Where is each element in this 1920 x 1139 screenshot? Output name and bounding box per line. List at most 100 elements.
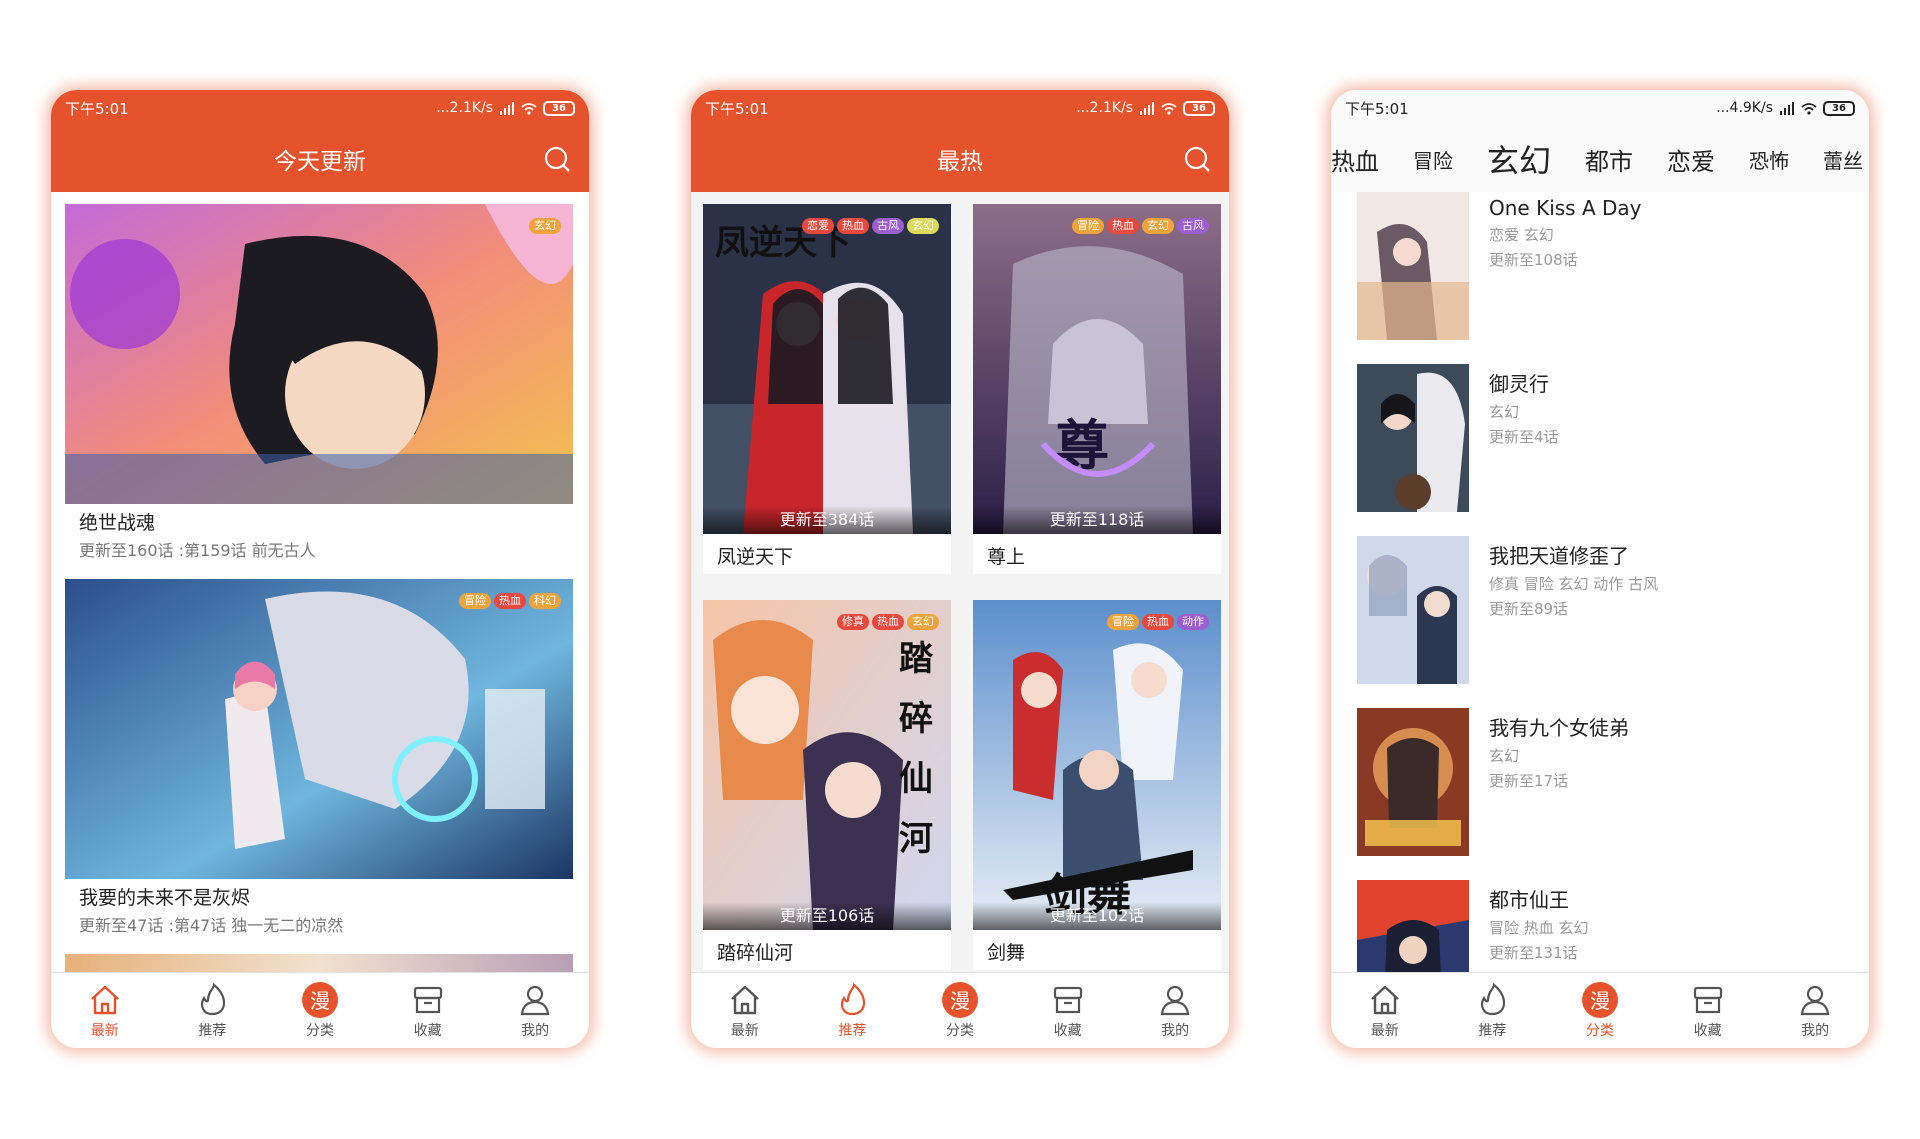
nav-item-favorites[interactable]: 收藏 — [1668, 982, 1748, 1040]
comic-title: One Kiss A Day — [1489, 196, 1642, 220]
tag: 修真 — [837, 614, 869, 630]
list-item[interactable]: 我把天道修歪了 修真 冒险 玄幻 动作 古风 更新至89话 — [1357, 536, 1869, 686]
tag: 恋爱 — [802, 218, 834, 234]
nav-item-latest[interactable]: 最新 — [65, 982, 145, 1040]
comic-cover[interactable]: 尊 冒险 热血 玄幻 古风 更新至118话 — [973, 204, 1221, 534]
category-icon: 漫 — [941, 981, 978, 1018]
comic-tags: 玄幻 — [1489, 747, 1520, 765]
nav-item-recommend[interactable]: 推荐 — [172, 982, 252, 1040]
comic-cover[interactable] — [1357, 536, 1469, 684]
nav-item-favorites[interactable]: 收藏 — [388, 982, 468, 1040]
flame-icon — [1481, 982, 1506, 1015]
nav-item-favorites[interactable]: 收藏 — [1028, 982, 1108, 1040]
list-item[interactable]: One Kiss A Day 恋爱 玄幻 更新至108话 — [1357, 192, 1869, 342]
tag: 玄幻 — [907, 614, 939, 630]
nav-label: 收藏 — [1053, 1022, 1082, 1039]
comic-cover[interactable]: 玄幻 — [65, 204, 573, 504]
episode-count: 更新至4话 — [1489, 428, 1559, 446]
episode-count: 更新至131话 — [1489, 944, 1578, 962]
archive-box-icon — [413, 986, 442, 1013]
nav-item-recommend[interactable]: 推荐 — [812, 982, 892, 1040]
comic-card[interactable]: 剑舞 冒险 热血 动作 更新至102话 剑舞 — [973, 600, 1221, 970]
comic-card[interactable]: 踏 碎 仙 河 修真 热血 玄幻 更新至106话 踏碎仙河 — [703, 600, 951, 970]
tag: 热血 — [1142, 614, 1174, 630]
comic-title: 我要的未来不是灰烬 — [79, 887, 251, 909]
phone-category-screen: 下午5:01 ...4.9K/s 36 热血 冒险 玄幻 都市 恋爱 恐怖 蕾丝… — [1331, 90, 1869, 1048]
cover-art — [65, 204, 573, 504]
nav-item-category[interactable]: 漫 分类 — [920, 981, 1000, 1040]
status-time: 下午5:01 — [1345, 99, 1409, 118]
tab-kongbu[interactable]: 恐怖 — [1749, 145, 1789, 174]
header: 今天更新 — [51, 126, 589, 192]
search-icon[interactable] — [1183, 145, 1211, 173]
search-icon[interactable] — [543, 145, 571, 173]
net-speed: ...4.9K/s — [1716, 100, 1773, 116]
tag: 玄幻 — [1142, 218, 1174, 234]
nav-item-latest[interactable]: 最新 — [1345, 982, 1425, 1040]
list-item[interactable]: 都市仙王 冒险 热血 玄幻 更新至131话 — [1357, 880, 1869, 972]
category-list: One Kiss A Day 恋爱 玄幻 更新至108话 御灵行 玄幻 更新至4… — [1331, 192, 1869, 972]
comic-cover[interactable] — [1357, 880, 1469, 972]
nav-item-recommend[interactable]: 推荐 — [1452, 982, 1532, 1040]
tag: 动作 — [1177, 614, 1209, 630]
flame-icon — [201, 982, 226, 1015]
nav-item-category[interactable]: 漫 分类 — [1560, 981, 1640, 1040]
episode-count: 更新至102话 — [973, 902, 1221, 930]
tab-dushi[interactable]: 都市 — [1585, 142, 1633, 177]
nav-label: 我的 — [521, 1022, 550, 1039]
comic-card[interactable]: 尊 冒险 热血 玄幻 古风 更新至118话 尊上 — [973, 204, 1221, 574]
tag: 玄幻 — [529, 218, 561, 234]
list-item[interactable]: 我有九个女徒弟 玄幻 更新至17话 — [1357, 708, 1869, 858]
comic-card[interactable]: 玄幻 绝世战魂 更新至160话 :第159话 前无古人 — [65, 204, 573, 561]
comic-card[interactable]: 凤逆天下 恋爱 热血 古风 玄幻 更新至384话 凤逆天下 — [703, 204, 951, 574]
episode-count: 更新至108话 — [1489, 251, 1578, 269]
comic-tags: 恋爱 玄幻 — [1489, 226, 1554, 244]
cover-art: 凤逆天下 — [703, 204, 951, 534]
comic-cover[interactable]: 凤逆天下 恋爱 热血 古风 玄幻 更新至384话 — [703, 204, 951, 534]
comic-cover[interactable]: 冒险 热血 科幻 — [65, 579, 573, 879]
nav-item-profile[interactable]: 我的 — [1135, 982, 1215, 1040]
tag-list: 冒险 热血 动作 — [1107, 614, 1209, 630]
nav-item-category[interactable]: 漫 分类 — [280, 981, 360, 1040]
latest-list: 玄幻 绝世战魂 更新至160话 :第159话 前无古人 冒险 热血 科幻 我要的… — [51, 192, 589, 972]
nav-item-profile[interactable]: 我的 — [495, 982, 575, 1040]
nav-item-profile[interactable]: 我的 — [1775, 982, 1855, 1040]
header: 最热 — [691, 126, 1229, 192]
tag: 古风 — [1177, 218, 1209, 234]
tag: 热血 — [837, 218, 869, 234]
net-speed: ...2.1K/s — [1076, 100, 1133, 116]
status-bar: 下午5:01 ...2.1K/s 36 — [691, 90, 1229, 126]
status-time: 下午5:01 — [65, 99, 129, 118]
comic-cover[interactable] — [1357, 708, 1469, 856]
tag: 热血 — [494, 593, 526, 609]
episode-count: 更新至384话 — [703, 506, 951, 534]
tab-lianai[interactable]: 恋爱 — [1667, 142, 1715, 177]
top-bar: 下午5:01 ...2.1K/s 36 最热 — [691, 90, 1229, 192]
category-icon: 漫 — [301, 981, 338, 1018]
signal-icon — [500, 101, 514, 115]
signal-icon — [1140, 101, 1154, 115]
comic-title: 我把天道修歪了 — [1489, 544, 1629, 568]
comic-cover[interactable] — [1357, 192, 1469, 340]
cover-art — [65, 579, 573, 879]
archive-box-icon — [1693, 986, 1722, 1013]
tab-rexue[interactable]: 热血 — [1331, 142, 1379, 177]
nav-label: 最新 — [730, 1022, 759, 1039]
list-item[interactable]: 御灵行 玄幻 更新至4话 — [1357, 364, 1869, 514]
tag: 玄幻 — [907, 218, 939, 234]
tag-list: 冒险 热血 科幻 — [459, 593, 561, 609]
tab-maoxian[interactable]: 冒险 — [1413, 145, 1453, 174]
wifi-icon — [1801, 102, 1817, 115]
comic-card-partial[interactable] — [65, 954, 573, 972]
comic-card[interactable]: 冒险 热血 科幻 我要的未来不是灰烬 更新至47话 :第47话 独一无二的凉然 — [65, 579, 573, 936]
home-icon — [1370, 985, 1399, 1014]
phone-latest-screen: 下午5:01 ...2.1K/s 36 今天更新 玄幻 绝世战魂 更新至160话… — [51, 90, 589, 1048]
nav-item-latest[interactable]: 最新 — [705, 982, 785, 1040]
tab-leisi[interactable]: 蕾丝 — [1823, 145, 1863, 174]
home-icon — [730, 985, 759, 1014]
comic-cover[interactable]: 踏 碎 仙 河 修真 热血 玄幻 更新至106话 — [703, 600, 951, 930]
svg-text:踏: 踏 — [899, 639, 934, 679]
comic-cover[interactable]: 剑舞 冒险 热血 动作 更新至102话 — [973, 600, 1221, 930]
comic-cover[interactable] — [1357, 364, 1469, 512]
tab-xuanhuan[interactable]: 玄幻 — [1487, 136, 1551, 182]
